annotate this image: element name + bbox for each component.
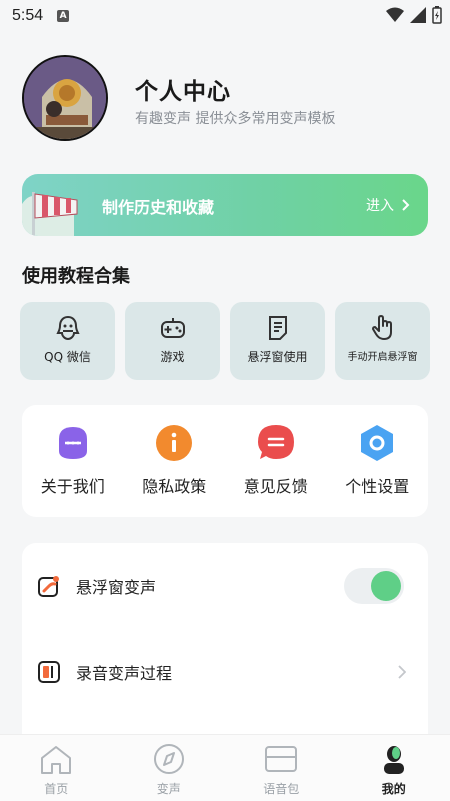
document-icon [268,316,287,340]
setting-record-process[interactable]: 录音变声过程 [22,647,428,697]
menu-item-personalize[interactable]: 个性设置 [332,423,422,497]
qq-icon [55,315,80,341]
menu-label: 意见反馈 [243,477,308,496]
tab-home[interactable]: 首页 [16,735,96,801]
tutorial-list: QQ 微信 游戏 悬浮窗使用 手动开启悬浮窗 [20,302,432,380]
settings-icon [361,425,394,461]
home-icon [41,746,72,774]
toggle-knob [371,571,401,601]
tab-voice-pack[interactable]: 语音包 [241,735,321,801]
tutorials-title: 使用教程合集 [22,266,130,287]
tutorial-label: 手动开启悬浮窗 [347,352,418,363]
battery-icon [432,6,442,24]
history-enter-link[interactable]: 进入 [366,195,410,215]
wifi-icon [386,7,404,22]
tutorial-label: QQ 微信 [44,350,91,364]
tab-label: 我的 [381,782,406,796]
info-icon [156,425,193,461]
tab-voice-change[interactable]: 变声 [129,735,209,801]
history-banner-label: 制作历史和收藏 [102,198,215,217]
tutorial-game[interactable]: 游戏 [125,302,220,380]
menu-label: 关于我们 [40,477,105,496]
chevron-right-icon [402,199,410,211]
profile-icon [383,746,404,774]
setting-label: 录音变声过程 [76,664,173,683]
bottom-tab-bar: 首页 变声 语音包 我的 [0,734,450,801]
signal-icon [410,7,426,23]
setting-floating-voice: 悬浮窗变声 [22,561,428,611]
tutorial-qq-wechat[interactable]: QQ 微信 [20,302,115,380]
status-bar: 5:54 A [0,0,450,32]
voicepack-icon [265,746,298,772]
menu-item-feedback[interactable]: 意见反馈 [231,423,321,497]
history-enter-label: 进入 [366,198,394,214]
profile-subtitle: 有趣变声 提供众多常用变声模板 [135,111,336,127]
menu-card: 关于我们 隐私政策 意见反馈 个性设置 [22,405,428,517]
tutorial-manual-enable[interactable]: 手动开启悬浮窗 [335,302,430,380]
avatar-image [24,57,106,139]
menu-item-about[interactable]: 关于我们 [28,423,118,497]
hand-pointer-icon [371,315,392,340]
record-icon [38,661,60,683]
about-icon [58,427,87,459]
tutorial-label: 游戏 [160,350,185,364]
tab-label: 语音包 [263,782,300,796]
status-time: 5:54 [12,7,44,24]
feedback-icon [257,425,294,459]
page-title: 个人中心 [135,79,231,105]
windsock-illustration [22,192,78,236]
tutorial-floating-window[interactable]: 悬浮窗使用 [230,302,325,380]
menu-label: 个性设置 [345,477,410,496]
notification-icon: A [57,10,70,22]
tab-label: 变声 [156,782,181,796]
gamepad-icon [160,318,185,338]
profile-header: 个人中心 有趣变声 提供众多常用变声模板 [22,55,432,145]
status-icons [386,6,442,24]
tab-label: 首页 [44,782,69,796]
setting-label: 悬浮窗变声 [76,578,157,597]
floating-window-icon [38,576,59,597]
tutorial-label: 悬浮窗使用 [247,350,308,364]
tab-mine[interactable]: 我的 [354,735,434,801]
compass-icon [153,744,184,774]
floating-voice-toggle[interactable] [344,568,404,604]
history-favorites-banner[interactable]: 制作历史和收藏 进入 [22,174,428,236]
menu-item-privacy[interactable]: 隐私政策 [129,423,219,497]
chevron-right-icon [398,665,406,679]
menu-label: 隐私政策 [142,477,207,496]
avatar[interactable] [22,55,108,141]
